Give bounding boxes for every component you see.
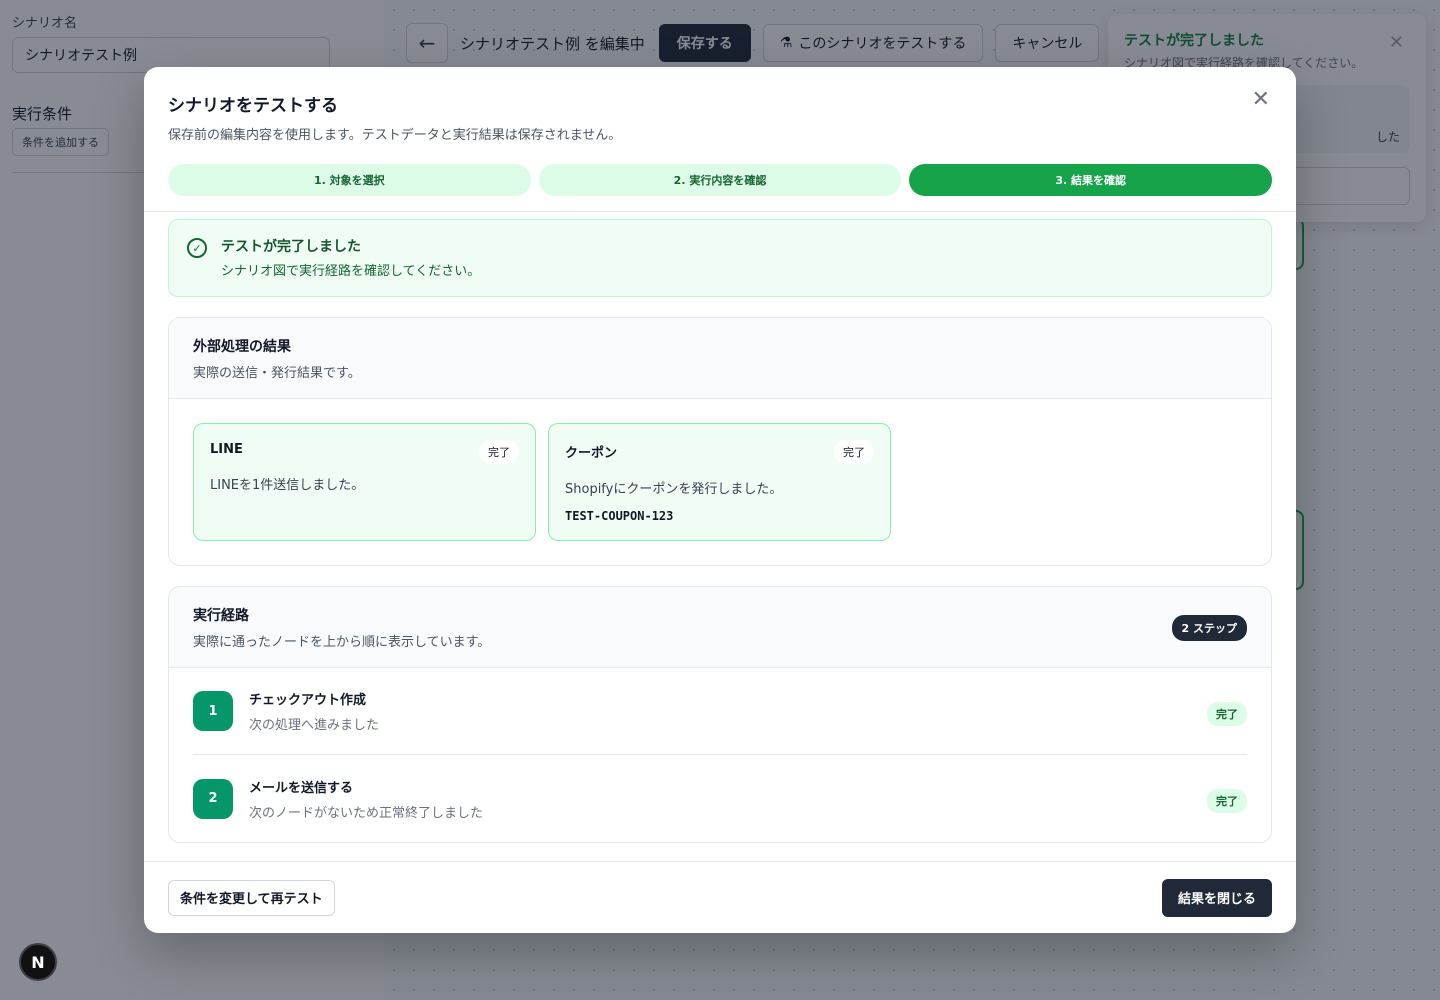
close-icon[interactable]: ✕ <box>1252 89 1270 111</box>
path-node-desc: 次のノードがないため正常終了しました <box>249 805 484 821</box>
retest-button[interactable]: 条件を変更して再テスト <box>168 879 335 916</box>
external-results-title: 外部処理の結果 <box>193 339 291 355</box>
execution-path-list: 1 チェックアウト作成 次の処理へ進みました 完了 2 メールを送信する 次のノ… <box>169 668 1271 842</box>
path-node-title: メールを送信する <box>249 780 354 796</box>
execution-path-card: 実行経路 実際に通ったノードを上から順に表示しています。 2 ステップ 1 チェ… <box>168 586 1272 843</box>
path-node-desc: 次の処理へ進みました <box>249 718 380 733</box>
modal-header: シナリオをテストする 保存前の編集内容を使用します。テストデータと実行結果は保存… <box>144 67 1296 212</box>
external-result-name: クーポン <box>565 446 618 461</box>
coupon-code: TEST-COUPON-123 <box>565 509 674 523</box>
test-scenario-modal: シナリオをテストする 保存前の編集内容を使用します。テストデータと実行結果は保存… <box>144 67 1296 933</box>
external-result-name: LINE <box>210 442 243 457</box>
external-result-message: LINEを1件送信しました。 <box>210 478 365 493</box>
execution-path-title: 実行経路 <box>193 608 249 624</box>
step-select-target[interactable]: 1. 対象を選択 <box>168 164 531 196</box>
execution-path-header: 実行経路 実際に通ったノードを上から順に表示しています。 2 ステップ <box>169 587 1271 668</box>
alert-title: テストが完了しました <box>221 239 361 255</box>
execution-path-desc: 実際に通ったノードを上から順に表示しています。 <box>193 635 491 650</box>
modal-description: 保存前の編集内容を使用します。テストデータと実行結果は保存されません。 <box>168 128 622 143</box>
step-confirm-results[interactable]: 3. 結果を確認 <box>909 164 1273 196</box>
status-badge: 完了 <box>1207 702 1247 726</box>
status-badge: 完了 <box>479 440 519 464</box>
path-row: 2 メールを送信する 次のノードがないため正常終了しました 完了 <box>193 755 1247 842</box>
path-row: 1 チェックアウト作成 次の処理へ進みました 完了 <box>193 668 1247 755</box>
stepper: 1. 対象を選択 2. 実行内容を確認 3. 結果を確認 <box>168 164 1273 196</box>
status-badge: 完了 <box>1207 789 1247 813</box>
external-result-line: LINE 完了 LINEを1件送信しました。 <box>193 423 536 541</box>
external-result-message: Shopifyにクーポンを発行しました。 <box>565 482 783 497</box>
external-result-coupon: クーポン 完了 Shopifyにクーポンを発行しました。 TEST-COUPON… <box>548 423 891 541</box>
external-results-card: 外部処理の結果 実際の送信・発行結果です。 LINE 完了 LINEを1件送信し… <box>168 317 1272 566</box>
path-node-title: チェックアウト作成 <box>249 693 367 708</box>
status-badge: 完了 <box>834 440 874 464</box>
check-circle-icon: ✓ <box>187 238 207 258</box>
modal-footer: 条件を変更して再テスト 結果を閉じる <box>144 861 1296 933</box>
external-results-desc: 実際の送信・発行結果です。 <box>193 366 361 381</box>
success-alert: ✓ テストが完了しました シナリオ図で実行経路を確認してください。 <box>168 219 1272 297</box>
step-number: 2 <box>193 778 233 819</box>
alert-desc: シナリオ図で実行経路を確認してください。 <box>221 264 481 279</box>
step-confirm-contents[interactable]: 2. 実行内容を確認 <box>538 164 902 196</box>
step-number: 1 <box>193 691 233 731</box>
step-count-badge: 2 ステップ <box>1171 615 1247 641</box>
close-results-button[interactable]: 結果を閉じる <box>1161 878 1272 917</box>
external-results-header: 外部処理の結果 実際の送信・発行結果です。 <box>169 318 1271 399</box>
external-results-list: LINE 完了 LINEを1件送信しました。 クーポン 完了 Shopifyにク… <box>169 399 1271 565</box>
n-logo-badge[interactable]: N <box>19 943 57 981</box>
modal-body[interactable]: ✓ テストが完了しました シナリオ図で実行経路を確認してください。 外部処理の結… <box>168 219 1272 861</box>
modal-title: シナリオをテストする <box>168 96 338 116</box>
